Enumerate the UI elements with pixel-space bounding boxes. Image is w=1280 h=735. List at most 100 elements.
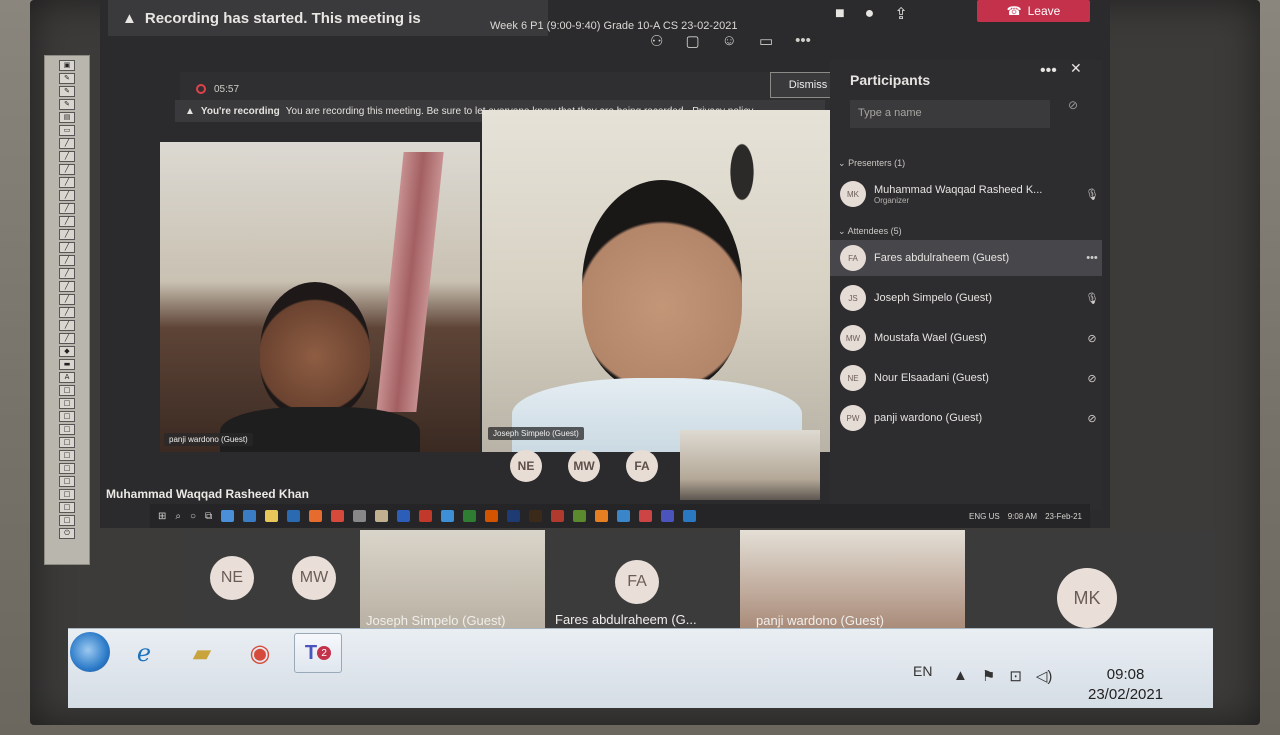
flag-icon[interactable]: ⚑: [982, 667, 995, 685]
more-icon[interactable]: •••: [795, 32, 811, 50]
mic-muted-icon[interactable]: ⊘: [1082, 332, 1102, 345]
line-tool-icon[interactable]: ╱: [59, 190, 75, 201]
line-tool-icon[interactable]: ╱: [59, 216, 75, 227]
more-icon[interactable]: •••: [1082, 252, 1102, 264]
teams-icon[interactable]: [661, 510, 675, 522]
participant-row[interactable]: FA Fares abdulraheem (Guest) •••: [830, 240, 1102, 276]
avatar-ne[interactable]: NE: [210, 556, 254, 600]
folder-icon[interactable]: ▰: [178, 633, 226, 673]
pen-tool-icon[interactable]: ✎: [59, 99, 75, 110]
start-button[interactable]: [70, 632, 110, 672]
participant-row[interactable]: PW panji wardono (Guest) ⊘: [830, 400, 1102, 436]
reactions-icon[interactable]: ☺: [722, 32, 737, 50]
line-tool-icon[interactable]: ╱: [59, 268, 75, 279]
avatar-fa[interactable]: FA: [615, 560, 659, 604]
firefox-icon[interactable]: [309, 510, 323, 522]
app-icon[interactable]: [683, 510, 697, 522]
shape-tool-icon[interactable]: □: [59, 411, 75, 422]
share-icon[interactable]: ⇪: [894, 4, 907, 24]
shape-tool-icon[interactable]: □: [59, 385, 75, 396]
avatar-ne[interactable]: NE: [510, 450, 542, 482]
leave-button[interactable]: ☎ Leave: [977, 0, 1090, 22]
close-icon[interactable]: ✕: [1070, 60, 1082, 77]
windows-start-icon[interactable]: ⊞: [158, 511, 166, 522]
video-tile-panji[interactable]: panji wardono (Guest): [740, 530, 965, 630]
video-tile-panji[interactable]: panji wardono (Guest): [160, 142, 480, 452]
camera-icon[interactable]: ■: [835, 5, 845, 23]
app-icon[interactable]: [221, 510, 235, 522]
mic-muted-icon[interactable]: ⊘: [1082, 412, 1102, 425]
network-icon[interactable]: ⊡: [1009, 667, 1022, 685]
shape-tool-icon[interactable]: □: [59, 476, 75, 487]
power-icon[interactable]: ⏻: [59, 528, 75, 539]
rooms-icon[interactable]: ▭: [759, 32, 773, 50]
task-view-icon[interactable]: ⧉: [205, 511, 212, 522]
share-invite-icon[interactable]: ⊘: [1068, 98, 1078, 112]
line-tool-icon[interactable]: ╱: [59, 164, 75, 175]
shape-tool-icon[interactable]: □: [59, 450, 75, 461]
app-icon[interactable]: [419, 510, 433, 522]
participant-row[interactable]: JS Joseph Simpelo (Guest) 🎙︎: [830, 280, 1102, 316]
mic-icon[interactable]: ●: [865, 5, 875, 23]
shape-tool-icon[interactable]: □: [59, 398, 75, 409]
avatar-fa[interactable]: FA: [626, 450, 658, 482]
video-tile-joseph[interactable]: Joseph Simpelo (Guest): [482, 110, 832, 452]
shape-tool-icon[interactable]: □: [59, 437, 75, 448]
avatar-mw[interactable]: MW: [568, 450, 600, 482]
line-tool-icon[interactable]: ╱: [59, 307, 75, 318]
chrome-icon[interactable]: ◉: [236, 633, 284, 673]
avatar-mw[interactable]: MW: [292, 556, 336, 600]
shape-tool-icon[interactable]: □: [59, 489, 75, 500]
line-tool-icon[interactable]: ╱: [59, 151, 75, 162]
chat-icon[interactable]: ▢: [685, 32, 699, 50]
photoshop-icon[interactable]: [507, 510, 521, 522]
linkedin-icon[interactable]: [287, 510, 301, 522]
edge-icon[interactable]: [441, 510, 455, 522]
line-tool-icon[interactable]: ╱: [59, 294, 75, 305]
show-hidden-icons-icon[interactable]: ▲: [953, 667, 968, 685]
pen-tool-icon[interactable]: ✎: [59, 73, 75, 84]
pen-tool-icon[interactable]: ✎: [59, 86, 75, 97]
participant-row[interactable]: MK Muhammad Waqqad Rasheed K... Organize…: [830, 176, 1102, 212]
participants-icon[interactable]: ⚇: [650, 32, 663, 50]
avatar-mk[interactable]: MK: [1057, 568, 1117, 628]
fill-tool-icon[interactable]: ◆: [59, 346, 75, 357]
mic-muted-icon[interactable]: ⊘: [1082, 372, 1102, 385]
participant-row[interactable]: NE Nour Elsaadani (Guest) ⊘: [830, 360, 1102, 396]
search-icon[interactable]: ⌕: [175, 511, 181, 522]
text-tool-icon[interactable]: A: [59, 372, 75, 383]
shape-tool-icon[interactable]: □: [59, 463, 75, 474]
app-icon[interactable]: [551, 510, 565, 522]
powerpoint-icon[interactable]: [485, 510, 499, 522]
video-tile-joseph[interactable]: Joseph Simpelo (Guest): [360, 530, 545, 630]
line-tool-icon[interactable]: ╱: [59, 281, 75, 292]
presenters-section-label[interactable]: ⌄ Presenters (1): [838, 158, 905, 169]
folder-icon[interactable]: [265, 510, 279, 522]
word-icon[interactable]: [397, 510, 411, 522]
mic-icon[interactable]: 🎙︎: [1082, 292, 1102, 305]
app-icon[interactable]: [573, 510, 587, 522]
line-tool-icon[interactable]: ╱: [59, 320, 75, 331]
pointer-tool-icon[interactable]: ▣: [59, 60, 75, 71]
line-tool-icon[interactable]: ╱: [59, 229, 75, 240]
app-icon[interactable]: [243, 510, 257, 522]
self-video-thumbnail[interactable]: [680, 430, 820, 500]
language-indicator[interactable]: EN: [913, 663, 932, 679]
app-icon[interactable]: [375, 510, 389, 522]
taskbar-clock[interactable]: 09:08 23/02/2021: [1088, 665, 1163, 705]
more-icon[interactable]: •••: [1040, 62, 1057, 80]
participant-row[interactable]: MW Moustafa Wael (Guest) ⊘: [830, 320, 1102, 356]
teams-icon[interactable]: T 2: [294, 633, 342, 673]
eraser-tool-icon[interactable]: ▭: [59, 125, 75, 136]
shape-tool-icon[interactable]: □: [59, 502, 75, 513]
vlc-icon[interactable]: [595, 510, 609, 522]
line-tool-icon[interactable]: ╱: [59, 138, 75, 149]
mic-icon[interactable]: 🎙︎: [1082, 188, 1102, 201]
participant-search-input[interactable]: Type a name: [850, 100, 1050, 128]
illustrator-icon[interactable]: [529, 510, 543, 522]
app-icon[interactable]: [353, 510, 367, 522]
cortana-icon[interactable]: ○: [190, 511, 196, 522]
line-tool-icon[interactable]: ╱: [59, 255, 75, 266]
app-icon[interactable]: [617, 510, 631, 522]
line-tool-icon[interactable]: ╱: [59, 242, 75, 253]
